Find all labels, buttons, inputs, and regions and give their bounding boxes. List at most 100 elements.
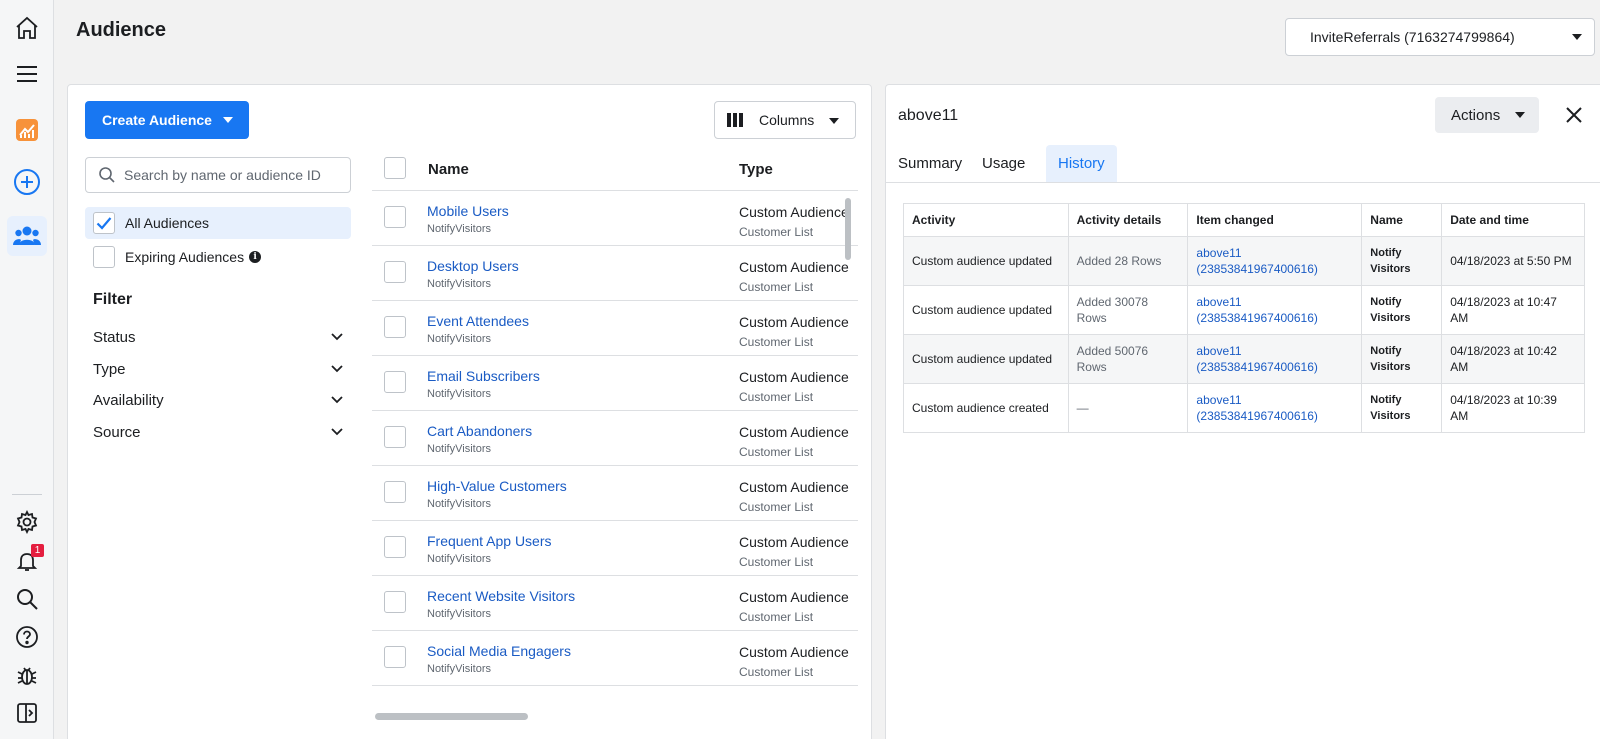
filter-source-label: Source <box>93 423 141 441</box>
bug-icon[interactable] <box>7 655 47 695</box>
search-icon[interactable] <box>7 579 47 619</box>
table-row[interactable]: Cart Abandoners NotifyVisitors Custom Au… <box>372 411 858 466</box>
item-name[interactable]: above11 <box>1196 246 1241 260</box>
table-row[interactable]: Frequent App Users NotifyVisitors Custom… <box>372 521 858 576</box>
actions-button[interactable]: Actions <box>1435 97 1539 133</box>
item-id[interactable]: (23853841967400616) <box>1196 311 1317 325</box>
history-item-changed[interactable]: above11 (23853841967400616) <box>1187 285 1363 335</box>
notification-badge: 1 <box>31 544 44 557</box>
table-row[interactable]: Desktop Users NotifyVisitors Custom Audi… <box>372 246 858 301</box>
history-details: Added 28 Rows <box>1067 236 1189 286</box>
analytics-icon[interactable] <box>7 110 47 150</box>
audience-name-link[interactable]: High-Value Customers <box>427 478 567 494</box>
expiring-audiences-option[interactable]: Expiring Audiences i <box>85 241 351 273</box>
history-item-changed[interactable]: above11 (23853841967400616) <box>1187 334 1363 384</box>
table-row[interactable]: excludeall Custom Audience <box>372 686 858 695</box>
horizontal-scrollbar[interactable] <box>375 713 528 720</box>
table-row[interactable]: Social Media Engagers NotifyVisitors Cus… <box>372 631 858 686</box>
column-header-type[interactable]: Type <box>739 161 773 178</box>
name-line1: Notify <box>1370 247 1402 259</box>
audience-name-link[interactable]: Mobile Users <box>427 203 509 219</box>
row-checkbox[interactable] <box>384 206 406 228</box>
create-audience-button[interactable]: Create Audience <box>85 101 249 139</box>
close-icon[interactable] <box>1562 103 1586 127</box>
item-name[interactable]: above11 <box>1196 393 1241 407</box>
row-checkbox[interactable] <box>384 316 406 338</box>
column-header-name[interactable]: Name <box>428 161 469 178</box>
row-checkbox[interactable] <box>384 536 406 558</box>
columns-button[interactable]: Columns <box>714 101 856 139</box>
filter-status[interactable]: Status <box>93 325 343 349</box>
row-checkbox[interactable] <box>384 261 406 283</box>
item-name[interactable]: above11 <box>1196 295 1241 309</box>
audience-type: Custom Audience <box>739 589 849 605</box>
columns-label: Columns <box>759 112 815 128</box>
table-row[interactable]: Mobile Users NotifyVisitors Custom Audie… <box>372 191 858 246</box>
account-selector[interactable]: InviteReferrals (7163274799864) <box>1285 18 1595 56</box>
history-name: Notify Visitors <box>1361 236 1443 286</box>
caret-down-icon <box>1572 34 1582 40</box>
row-checkbox[interactable] <box>384 591 406 613</box>
chevron-down-icon <box>331 396 343 404</box>
audience-subtype: Customer List <box>739 555 814 569</box>
item-id[interactable]: (23853841967400616) <box>1196 360 1317 374</box>
select-all-checkbox[interactable] <box>384 157 406 179</box>
audience-name-link[interactable]: Desktop Users <box>427 258 519 274</box>
columns-icon <box>727 113 743 127</box>
audience-name-link[interactable]: Email Subscribers <box>427 368 540 384</box>
item-id[interactable]: (23853841967400616) <box>1196 409 1317 423</box>
filter-availability[interactable]: Availability <box>93 388 343 412</box>
help-icon[interactable] <box>7 617 47 657</box>
settings-icon[interactable] <box>7 502 47 542</box>
expiring-audiences-checkbox[interactable] <box>93 246 115 268</box>
history-details: Added 30078 Rows <box>1067 285 1189 335</box>
audience-search-input[interactable] <box>124 167 344 183</box>
audience-search[interactable] <box>85 157 351 193</box>
history-item-changed[interactable]: above11 (23853841967400616) <box>1187 383 1363 433</box>
history-date: 04/18/2023 at 5:50 PM <box>1441 236 1585 286</box>
name-line1: Notify <box>1370 296 1402 308</box>
audience-type: Custom Audience <box>739 424 849 440</box>
vertical-scrollbar[interactable] <box>845 198 851 260</box>
audience-icon[interactable] <box>7 216 47 256</box>
item-id[interactable]: (23853841967400616) <box>1196 262 1317 276</box>
row-checkbox[interactable] <box>384 481 406 503</box>
all-audiences-checkbox[interactable] <box>93 212 115 234</box>
audience-name-link[interactable]: Social Media Engagers <box>427 643 571 659</box>
tab-summary[interactable]: Summary <box>886 145 974 182</box>
audience-name-link[interactable]: Cart Abandoners <box>427 423 532 439</box>
chevron-down-icon <box>331 333 343 341</box>
history-date: 04/18/2023 at 10:42 AM <box>1441 334 1585 384</box>
filter-type-label: Type <box>93 360 126 378</box>
info-icon[interactable]: i <box>249 251 262 263</box>
chevron-down-icon <box>331 365 343 373</box>
filter-type[interactable]: Type <box>93 357 343 381</box>
tab-usage[interactable]: Usage <box>970 145 1037 182</box>
item-name[interactable]: above11 <box>1196 344 1241 358</box>
audience-type: Custom Audience <box>739 314 849 330</box>
row-checkbox[interactable] <box>384 426 406 448</box>
table-row[interactable]: Recent Website Visitors NotifyVisitors C… <box>372 576 858 631</box>
row-checkbox[interactable] <box>384 371 406 393</box>
panel-toggle-icon[interactable] <box>7 693 47 733</box>
left-rail: 1 <box>0 0 54 739</box>
all-audiences-option[interactable]: All Audiences <box>85 207 351 239</box>
filter-source[interactable]: Source <box>93 420 343 444</box>
audience-owner: NotifyVisitors <box>427 388 491 400</box>
table-row[interactable]: Event Attendees NotifyVisitors Custom Au… <box>372 301 858 356</box>
history-item-changed[interactable]: above11 (23853841967400616) <box>1187 236 1363 286</box>
audience-name-link[interactable]: Event Attendees <box>427 313 529 329</box>
tab-history[interactable]: History <box>1046 145 1117 182</box>
menu-icon[interactable] <box>7 54 47 94</box>
table-row[interactable]: Email Subscribers NotifyVisitors Custom … <box>372 356 858 411</box>
home-icon[interactable] <box>7 8 47 48</box>
audience-name-link[interactable]: Recent Website Visitors <box>427 588 575 604</box>
notifications-icon[interactable]: 1 <box>7 541 47 581</box>
table-row[interactable]: High-Value Customers NotifyVisitors Cust… <box>372 466 858 521</box>
row-checkbox[interactable] <box>384 646 406 668</box>
name-line1: Notify <box>1370 394 1402 406</box>
audience-name-link[interactable]: Frequent App Users <box>427 533 552 549</box>
audience-type: Custom Audience <box>739 204 849 220</box>
plus-circle-icon[interactable] <box>7 162 47 202</box>
create-audience-label: Create Audience <box>102 112 212 128</box>
